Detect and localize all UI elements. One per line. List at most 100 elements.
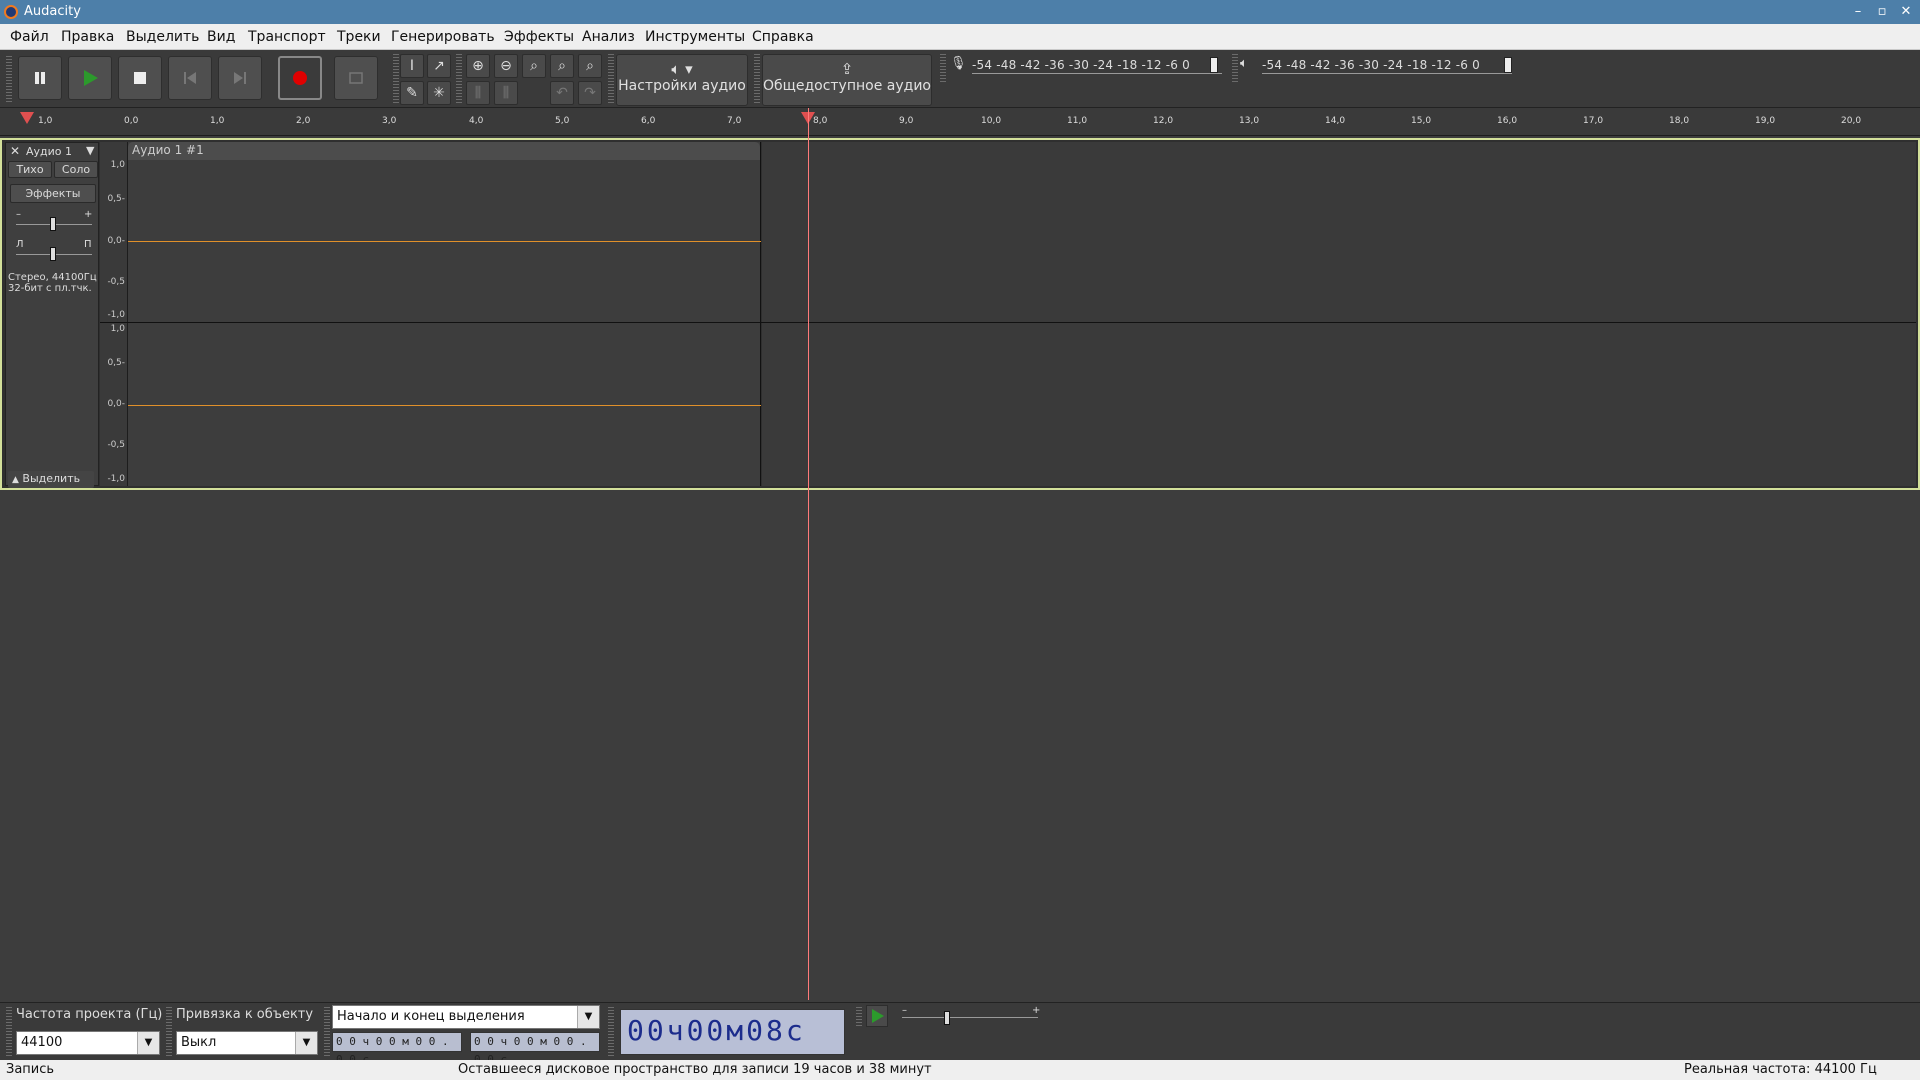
selection-end-time[interactable]: 0 0 ч 0 0 м 0 0 . 0 0 с	[470, 1032, 600, 1066]
toolbar-grip[interactable]	[856, 1007, 862, 1027]
chevron-down-icon[interactable]: ▼	[295, 1032, 317, 1054]
redo-button[interactable]: ↷	[578, 81, 602, 105]
trim-icon: ⫼	[474, 85, 482, 101]
pan-slider[interactable]	[50, 247, 56, 261]
mute-button[interactable]: Тихо	[8, 161, 52, 178]
record-icon	[293, 71, 307, 85]
menu-help[interactable]: Справка	[752, 29, 814, 45]
menu-edit[interactable]: Правка	[61, 29, 114, 45]
ruler-tick: 20,0	[1841, 116, 1862, 126]
speed-minus-label: –	[902, 1005, 907, 1016]
time-display[interactable]: 00ч00м08с	[620, 1009, 845, 1055]
snap-value: Выкл	[181, 1035, 217, 1050]
undo-button[interactable]: ↶	[550, 81, 574, 105]
selection-tool-button[interactable]: Ⅰ	[400, 54, 424, 78]
ruler-tick: 3,0	[382, 116, 397, 126]
menu-analyze[interactable]: Анализ	[582, 29, 635, 45]
playback-meter[interactable]: 🔈︎ -54 -48 -42 -36 -30 -24 -18 -12 -6 0	[1240, 56, 1515, 74]
toolbar-grip[interactable]	[940, 54, 946, 84]
vertical-ruler[interactable]: 1,0 0,5- 0,0- -0,5 -1,0 1,0 0,5- 0,0- -0…	[100, 142, 128, 486]
close-track-icon[interactable]: ✕	[10, 144, 20, 158]
solo-button[interactable]: Соло	[54, 161, 98, 178]
toolbar-grip[interactable]	[1232, 54, 1238, 84]
toolbar-grip[interactable]	[6, 1007, 12, 1057]
effects-button[interactable]: Эффекты	[10, 184, 96, 203]
zoom-toggle-button[interactable]: ⌕	[578, 54, 602, 78]
select-track-button[interactable]: ▲ Выделить	[8, 471, 94, 488]
menu-transport[interactable]: Транспорт	[248, 29, 326, 45]
toolbar-grip[interactable]	[6, 56, 12, 102]
toolbar-grip[interactable]	[166, 1007, 172, 1057]
project-rate-combo[interactable]: 44100 ▼	[16, 1031, 160, 1055]
fit-project-button[interactable]: ⌕	[550, 54, 574, 78]
menu-generate[interactable]: Генерировать	[391, 29, 495, 45]
menu-file[interactable]: Файл	[10, 29, 49, 45]
menu-view[interactable]: Вид	[207, 29, 235, 45]
audio-setup-button[interactable]: 🔈︎ ▾ Настройки аудио	[616, 54, 748, 106]
asterisk-icon: ✳	[433, 85, 445, 101]
silence-button[interactable]: ⫼	[494, 81, 518, 105]
envelope-tool-button[interactable]: ↗	[427, 54, 451, 78]
track-empty-area[interactable]	[762, 142, 1916, 486]
collapse-track-icon[interactable]: ▲	[8, 475, 19, 485]
status-state: Запись	[6, 1062, 55, 1077]
toolbar-grip[interactable]	[393, 54, 399, 104]
selection-mode-combo[interactable]: Начало и конец выделения ▼	[332, 1005, 600, 1029]
share-audio-button[interactable]: ⇪ Общедоступное аудио	[762, 54, 932, 106]
chevron-down-icon[interactable]: ▼	[577, 1006, 599, 1028]
trim-button[interactable]: ⫼	[466, 81, 490, 105]
chevron-down-icon[interactable]: ▼	[137, 1032, 159, 1054]
zoom-out-button[interactable]: ⊖	[494, 54, 518, 78]
toolbar-grip[interactable]	[754, 54, 760, 104]
snap-combo[interactable]: Выкл ▼	[176, 1031, 318, 1055]
record-gain-knob[interactable]	[1210, 57, 1218, 73]
stop-button[interactable]	[118, 56, 162, 100]
menu-select[interactable]: Выделить	[126, 29, 199, 45]
maximize-button[interactable]: ▫	[1872, 2, 1892, 22]
vruler-tick: 0,0-	[107, 399, 125, 409]
i-beam-icon: Ⅰ	[409, 58, 415, 74]
play-button[interactable]	[68, 56, 112, 100]
pan-left-label: Л	[16, 239, 24, 250]
toolbar-grip[interactable]	[324, 1007, 330, 1057]
envelope-icon: ↗	[433, 58, 445, 74]
draw-tool-button[interactable]: ✎	[400, 81, 424, 105]
ruler-tick: 7,0	[727, 116, 742, 126]
zoom-in-button[interactable]: ⊕	[466, 54, 490, 78]
record-meter-bar	[972, 56, 1222, 74]
silence-icon: ⫼	[502, 85, 510, 101]
menu-tools[interactable]: Инструменты	[645, 29, 745, 45]
timeline-ruler[interactable]: 1,0 0,0 1,0 2,0 3,0 4,0 5,0 6,0 7,0 8,0 …	[0, 108, 1920, 136]
skip-to-start-button[interactable]	[168, 56, 212, 100]
multi-tool-button[interactable]: ✳	[427, 81, 451, 105]
audio-clip[interactable]: Аудио 1 #1	[128, 142, 761, 486]
track-menu-icon[interactable]: ▼	[86, 144, 94, 157]
record-meter[interactable]: 🎙︎ -54 -48 -42 -36 -30 -24 -18 -12 -6 0	[950, 56, 1225, 74]
play-at-speed-button[interactable]	[866, 1005, 888, 1027]
toolbar-grip[interactable]	[608, 54, 614, 104]
selection-start-time[interactable]: 0 0 ч 0 0 м 0 0 . 0 0 с	[332, 1032, 462, 1066]
track-bit-depth-info: 32-бит с пл.тчк.	[8, 283, 92, 294]
record-button[interactable]	[278, 56, 322, 100]
stop-icon	[134, 72, 146, 84]
toolbar-grip[interactable]	[456, 54, 462, 104]
clip-header[interactable]: Аудио 1 #1	[128, 142, 760, 160]
close-window-button[interactable]: ✕	[1896, 2, 1916, 22]
playback-gain-knob[interactable]	[1504, 57, 1512, 73]
track-control-panel: ✕ Аудио 1 ▼ Тихо Соло Эффекты – + Л П Ст…	[5, 142, 99, 488]
minimize-button[interactable]: –	[1848, 2, 1868, 22]
pause-button[interactable]	[18, 56, 62, 100]
audacity-logo-icon	[4, 5, 18, 19]
ruler-tick: 1,0	[210, 116, 225, 126]
status-actual-rate: Реальная частота: 44100 Гц	[1684, 1062, 1877, 1077]
loop-button[interactable]	[334, 56, 378, 100]
menu-tracks[interactable]: Треки	[337, 29, 381, 45]
speed-slider[interactable]	[944, 1011, 950, 1025]
menu-effects[interactable]: Эффекты	[504, 29, 574, 45]
track-name[interactable]: Аудио 1	[26, 145, 72, 158]
gain-slider[interactable]	[50, 217, 56, 231]
skip-to-end-button[interactable]	[218, 56, 262, 100]
toolbar-grip[interactable]	[608, 1007, 614, 1057]
vruler-tick: 1,0	[110, 324, 125, 334]
fit-selection-button[interactable]: ⌕	[522, 54, 546, 78]
